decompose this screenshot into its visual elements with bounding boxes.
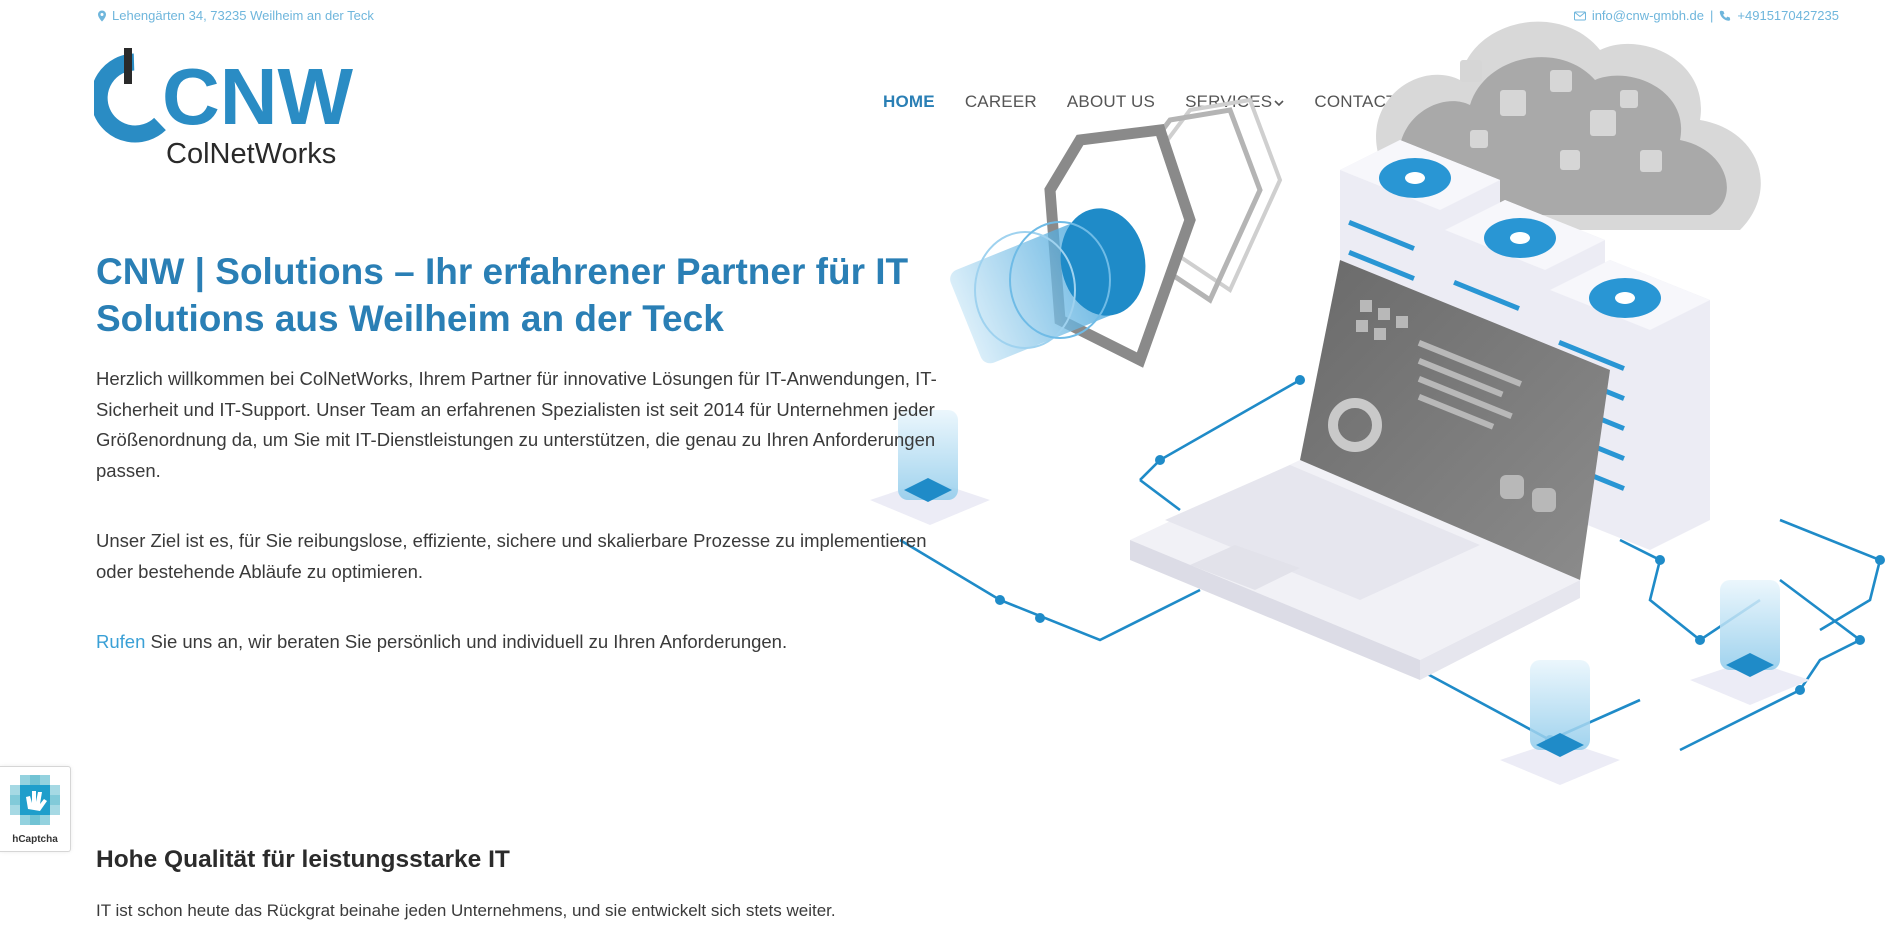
- address: Lehengärten 34, 73235 Weilheim an der Te…: [96, 8, 374, 23]
- hero-paragraph-3: Rufen Sie uns an, wir beraten Sie persön…: [96, 627, 956, 658]
- hcaptcha-label: hCaptcha: [12, 834, 58, 845]
- hcaptcha-badge[interactable]: hCaptcha: [0, 766, 71, 852]
- logo-name: ColNetWorks: [166, 138, 336, 168]
- address-text: Lehengärten 34, 73235 Weilheim an der Te…: [112, 8, 374, 23]
- hero-paragraph-2: Unser Ziel ist es, für Sie reibungslose,…: [96, 530, 927, 582]
- hero-title: CNW | Solutions – Ihr erfahrener Partner…: [96, 251, 909, 339]
- call-text: Sie uns an, wir beraten Sie persönlich u…: [145, 631, 788, 652]
- cnw-logo-mark: CNW ColNetWorks: [90, 48, 354, 170]
- hcaptcha-icon: [10, 775, 60, 825]
- logo-mark-text: CNW: [162, 52, 354, 141]
- quality-heading: Hohe Qualität für leistungsstarke IT: [96, 846, 510, 873]
- logo[interactable]: CNW ColNetWorks: [90, 44, 374, 170]
- security-shield-graphic: [950, 97, 1283, 368]
- call-link[interactable]: Rufen: [96, 631, 145, 652]
- hero-paragraph-1: Herzlich willkommen bei ColNetWorks, Ihr…: [96, 368, 937, 481]
- map-pin-icon: [98, 10, 106, 21]
- it-illustration: [870, 21, 1885, 785]
- quality-text: IT ist schon heute das Rückgrat beinahe …: [96, 901, 836, 920]
